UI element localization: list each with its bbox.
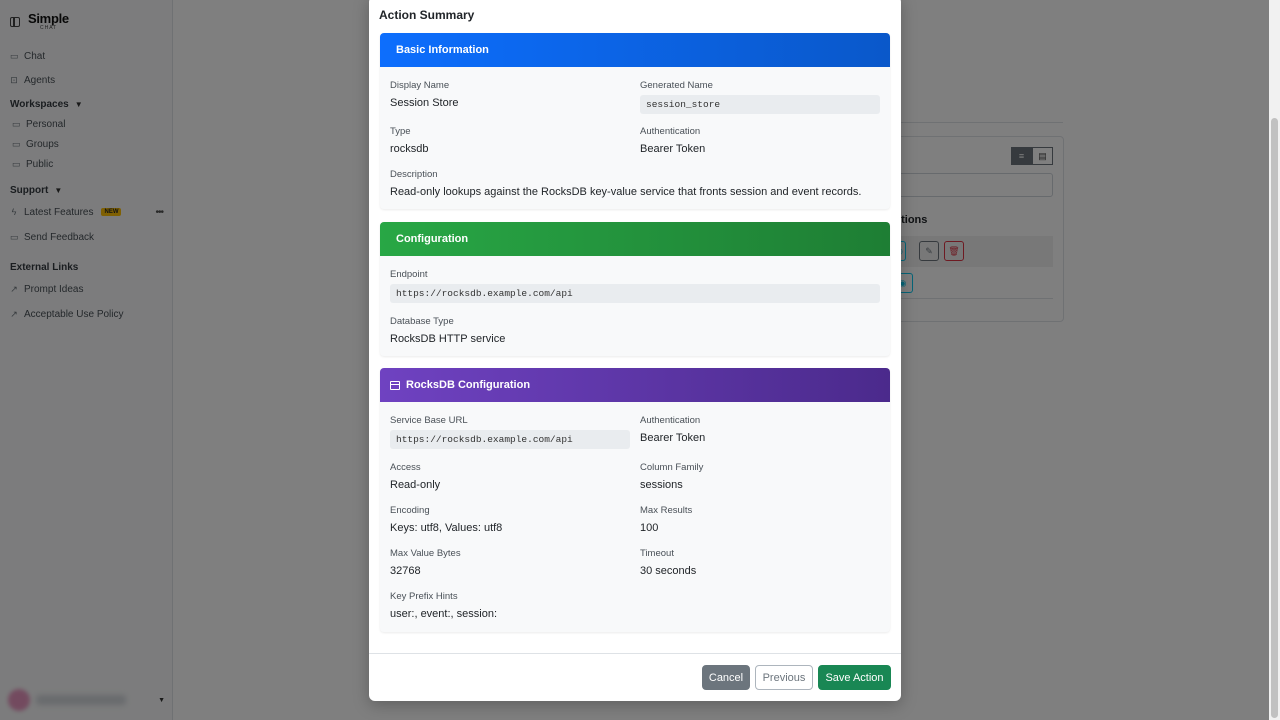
field-label: Authentication <box>640 126 701 137</box>
generated-name-field: Generated Name session_store <box>640 80 880 114</box>
code-value: https://rocksdb.example.com/api <box>390 430 630 449</box>
previous-button[interactable]: Previous <box>755 665 813 690</box>
access-field: Access Read-only <box>390 462 630 491</box>
field-value: user:, event:, session: <box>390 608 497 620</box>
field-value: sessions <box>640 479 683 491</box>
field-value: 30 seconds <box>640 565 697 577</box>
field-label: Database Type <box>390 316 454 327</box>
field-value: Bearer Token <box>640 143 706 155</box>
action-summary-modal: Action Summary Basic Information Display… <box>369 0 901 701</box>
basic-information-header: Basic Information <box>380 33 890 67</box>
timeout-field: Timeout 30 seconds <box>640 548 880 577</box>
field-label: Column Family <box>640 462 704 473</box>
field-label: Access <box>390 462 421 473</box>
field-label: Key Prefix Hints <box>390 591 458 602</box>
max-value-bytes-field: Max Value Bytes 32768 <box>390 548 630 577</box>
cancel-button[interactable]: Cancel <box>702 665 750 690</box>
field-label: Max Results <box>640 505 693 516</box>
field-label: Endpoint <box>390 269 428 280</box>
field-label: Type <box>390 126 411 137</box>
endpoint-field: Endpoint https://rocksdb.example.com/api <box>390 269 880 303</box>
database-icon <box>390 380 400 390</box>
code-value: session_store <box>640 95 880 114</box>
field-value: Session Store <box>390 97 459 109</box>
field-label: Display Name <box>390 80 450 91</box>
database-type-field: Database Type RocksDB HTTP service <box>390 316 880 345</box>
field-label: Max Value Bytes <box>390 548 461 559</box>
max-results-field: Max Results 100 <box>640 505 880 534</box>
field-value: 100 <box>640 522 659 534</box>
section-title: RocksDB Configuration <box>406 379 531 391</box>
type-field: Type rocksdb <box>390 126 620 155</box>
field-value: Read-only lookups against the RocksDB ke… <box>390 186 862 198</box>
field-value: Read-only <box>390 479 441 491</box>
configuration-header: Configuration <box>380 222 890 256</box>
section-title: Configuration <box>396 233 469 245</box>
rocksdb-configuration-header: RocksDB Configuration <box>380 368 890 402</box>
rocksdb-configuration-section: RocksDB Configuration Service Base URL h… <box>380 368 890 632</box>
service-base-url-field: Service Base URL https://rocksdb.example… <box>390 415 630 449</box>
section-title: Basic Information <box>396 44 489 56</box>
field-label: Timeout <box>640 548 674 559</box>
column-family-field: Column Family sessions <box>640 462 880 491</box>
page-scrollbar[interactable] <box>1269 0 1280 720</box>
field-label: Service Base URL <box>390 415 468 426</box>
basic-information-section: Basic Information Display Name Session S… <box>380 33 890 209</box>
encoding-field: Encoding Keys: utf8, Values: utf8 <box>390 505 630 534</box>
field-value: 32768 <box>390 565 421 577</box>
key-prefix-hints-field: Key Prefix Hints user:, event:, session: <box>390 591 880 620</box>
field-value: Bearer Token <box>640 432 706 444</box>
field-label: Encoding <box>390 505 430 516</box>
configuration-section: Configuration Endpoint https://rocksdb.e… <box>380 222 890 356</box>
field-value: Keys: utf8, Values: utf8 <box>390 522 503 534</box>
authentication-field: Authentication Bearer Token <box>640 126 880 155</box>
scrollbar-thumb[interactable] <box>1271 118 1278 718</box>
modal-title: Action Summary <box>379 8 475 22</box>
display-name-field: Display Name Session Store <box>390 80 620 109</box>
modal-footer: Cancel Previous Save Action <box>369 653 901 701</box>
description-field: Description Read-only lookups against th… <box>390 169 880 198</box>
authentication-field: Authentication Bearer Token <box>640 415 880 444</box>
field-value: RocksDB HTTP service <box>390 333 506 345</box>
code-value: https://rocksdb.example.com/api <box>390 284 880 303</box>
save-action-button[interactable]: Save Action <box>818 665 891 690</box>
field-label: Description <box>390 169 438 180</box>
field-label: Generated Name <box>640 80 713 91</box>
field-label: Authentication <box>640 415 701 426</box>
field-value: rocksdb <box>390 143 429 155</box>
